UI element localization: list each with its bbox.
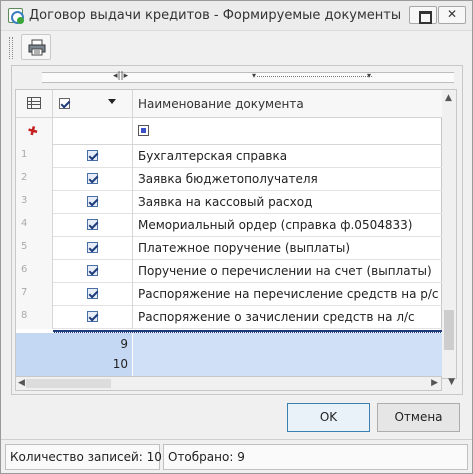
document-name: Распоряжение на перечисление средств на …	[138, 287, 439, 301]
document-name: Мемориальный ордер (справка ф.0504833)	[138, 218, 413, 232]
scroll-left-icon[interactable]: ◀	[18, 378, 25, 388]
select-all-checkbox[interactable]	[59, 98, 70, 109]
window-title: Договор выдачи кредитов - Формируемые до…	[29, 8, 402, 23]
splitter-dotted-line	[257, 76, 372, 77]
table-row[interactable]: 6 Поручение о перечислении на счет (выпл…	[16, 260, 442, 283]
table-row[interactable]: 2 Заявка бюджетополучателя	[16, 168, 442, 191]
name-filter-cell[interactable]	[133, 118, 442, 145]
check-filter-cell[interactable]	[53, 118, 133, 145]
table-row[interactable]: 4 Мемориальный ордер (справка ф.0504833)	[16, 214, 442, 237]
table-row[interactable]: 5 Платежное поручение (выплаты)	[16, 237, 442, 260]
row-number: 2	[16, 168, 53, 191]
row-check-cell[interactable]	[53, 168, 133, 191]
table-row[interactable]: 1 Бухгалтерская справка	[16, 145, 442, 168]
filter-checkbox[interactable]	[138, 125, 149, 136]
table-row[interactable]: 3 Заявка на кассовый расход	[16, 191, 442, 214]
row-check-cell[interactable]	[53, 191, 133, 214]
grid-header: Наименование документа	[16, 90, 442, 118]
row-number: 8	[16, 306, 53, 329]
row-checkbox[interactable]	[87, 242, 98, 253]
printer-icon	[28, 39, 46, 56]
column-splitter-bar[interactable]: ◂||▸ ▾ ▾	[42, 71, 454, 83]
chevron-down-icon[interactable]	[108, 99, 116, 104]
check-column-header[interactable]	[53, 90, 133, 118]
splitter-handle-icon[interactable]: ◂||▸	[113, 71, 128, 81]
document-name: Заявка на кассовый расход	[138, 195, 313, 209]
selected-count-status: Отобрано: 9	[163, 444, 468, 470]
summary-total-count: 10	[112, 357, 128, 371]
title-bar[interactable]: Договор выдачи кредитов - Формируемые до…	[1, 1, 472, 31]
documents-grid: Наименование документа ✖ 1 Бухгалтерская…	[15, 89, 442, 379]
vertical-scroll-thumb[interactable]	[444, 310, 454, 350]
row-checkbox[interactable]	[87, 196, 98, 207]
horizontal-scrollbar[interactable]: ◀ ▶ ▼	[15, 376, 455, 391]
scroll-right-icon[interactable]: ▶	[431, 378, 438, 388]
row-number: 3	[16, 191, 53, 214]
row-check-cell[interactable]	[53, 145, 133, 168]
summary-count-column: 9 10	[16, 333, 133, 377]
row-checkbox[interactable]	[87, 150, 98, 161]
app-icon	[8, 8, 24, 24]
row-checkbox[interactable]	[87, 265, 98, 276]
filter-row: ✖	[16, 118, 442, 145]
toolbar	[1, 31, 472, 63]
document-name: Поручение о перечислении на счет (выплат…	[138, 264, 432, 278]
document-name: Платежное поручение (выплаты)	[138, 241, 351, 255]
row-checkbox[interactable]	[87, 173, 98, 184]
status-bar: Количество записей: 10 Отобрано: 9	[1, 439, 472, 473]
horizontal-scroll-thumb[interactable]	[26, 379, 111, 388]
columns-icon[interactable]	[27, 97, 41, 109]
row-number: 6	[16, 260, 53, 283]
table-row[interactable]: 8 Распоряжение о зачислении средств на л…	[16, 306, 442, 329]
restore-button[interactable]	[409, 6, 437, 24]
row-check-cell[interactable]	[53, 214, 133, 237]
grid-frame: ◂||▸ ▾ ▾ Наименование документа ✖ 1 Бухг…	[11, 65, 463, 395]
row-check-cell[interactable]	[53, 237, 133, 260]
name-column-label: Наименование документа	[138, 97, 304, 111]
row-number: 5	[16, 237, 53, 260]
toolbar-grip[interactable]	[9, 37, 13, 59]
scroll-up-icon[interactable]: ▲	[445, 93, 452, 103]
ok-button[interactable]: OK	[287, 403, 370, 432]
row-number: 4	[16, 214, 53, 237]
vertical-scrollbar[interactable]: ▲	[442, 89, 457, 379]
dialog-window: Договор выдачи кредитов - Формируемые до…	[0, 0, 473, 474]
table-row[interactable]: 7 Распоряжение на перечисление средств н…	[16, 283, 442, 306]
document-name: Заявка бюджетополучателя	[138, 172, 318, 186]
cancel-button[interactable]: Отмена	[377, 403, 460, 432]
records-count-status: Количество записей: 10	[5, 444, 162, 470]
row-check-cell[interactable]	[53, 283, 133, 306]
document-name: Бухгалтерская справка	[138, 149, 288, 163]
name-column-header[interactable]: Наименование документа	[133, 90, 442, 118]
close-button[interactable]	[438, 6, 466, 24]
row-check-cell[interactable]	[53, 260, 133, 283]
scroll-down-icon[interactable]: ▼	[448, 377, 455, 387]
row-checkbox[interactable]	[87, 288, 98, 299]
column-chooser-header[interactable]	[16, 90, 53, 118]
pin-icon[interactable]: ✖	[25, 122, 41, 139]
splitter-arrow-icon[interactable]: ▾	[367, 71, 371, 80]
row-check-cell[interactable]	[53, 306, 133, 329]
row-number: 1	[16, 145, 53, 168]
row-checkbox[interactable]	[87, 219, 98, 230]
summary-selected-count: 9	[120, 337, 128, 351]
row-number: 7	[16, 283, 53, 306]
print-button[interactable]	[21, 34, 51, 60]
document-name: Распоряжение о зачислении средств на л/с	[138, 310, 415, 324]
summary-footer: 9 10	[16, 333, 442, 377]
splitter-arrow-icon[interactable]: ▾	[252, 71, 256, 80]
row-checkbox[interactable]	[87, 311, 98, 322]
filter-pin-cell[interactable]: ✖	[16, 118, 53, 145]
